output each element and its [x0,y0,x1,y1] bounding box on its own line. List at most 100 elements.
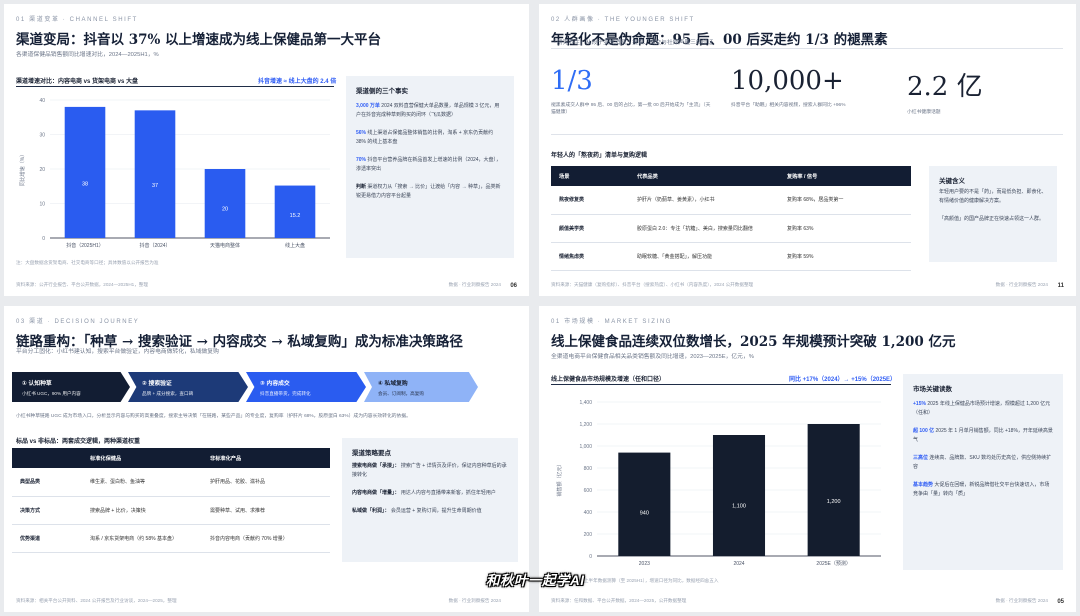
table-row: 优势渠道 淘系 / 京东货架电商（约 58% 基本盘） 抖音内容电商（贡献约 7… [12,524,330,553]
journey-note: 小红书种草链路 UGC 成为市场入口，分析显示内容与购买的高重叠度，搜索主导决策… [16,414,411,419]
strategy-item: 私域做「利润」： 会员运营 + 复购订阅，提升生命周期价值 [352,508,482,514]
stat-block: 10,000+ 抖音平台「助眠」相关内容视频，搜索人群同比 +96% [731,66,891,109]
step-desc: 小红书 UGC，90% 用户内容 [22,391,81,396]
fact-item: 判断 渠道权力从「搜索 → 比价」让渡给「内容 → 种草」，品类新锐更易借力内容… [356,184,501,199]
step-desc: 品牌 + 成分搜索，查口碑 [142,391,194,396]
stat-caption: 抖音平台「助眠」相关内容视频，搜索人群同比 +96% [731,103,846,108]
slide-kicker: 02 人群画像 · THE YOUNGER SHIFT [551,17,695,23]
table-header: 复购率 / 信号 [779,166,911,186]
data-label: 1,100 [732,504,746,510]
slide-kicker: 03 渠道 · DECISION JOURNEY [16,319,140,325]
stat-caption: 小红书健康话题 [907,110,941,115]
table-header: 非标准化产品 [202,448,330,468]
y-axis-label: 销售额（亿元） [556,461,563,496]
footer-brand: 数据 · 行业洞察报告 2024 [448,598,501,603]
implication-item: 年轻用户要的不是「药」，而是低负担、即食化、有情绪价值的健康解决方案。 [939,189,1047,204]
table-cell: 复购率 59% [779,242,911,271]
slide-kicker: 01 市场规模 · MARKET SIZING [551,319,673,325]
x-tick-label: 2024 [733,561,744,567]
table-cell: 颜值美学类 [551,214,629,243]
implication-item: 「高颜值」的国产品牌正在快速占领这一人群。 [939,216,1045,222]
data-label: 38 [82,182,88,188]
table-cell: 助眠软糖、「黄金搭配」，解压功能 [629,242,779,271]
slide-kicker: 01 渠道变革 · CHANNEL SHIFT [16,17,138,23]
table-header-row: 标准化保健品 非标准化产品 [12,448,330,468]
footer-source: 资料来源：公开行业报告、平台公开数据，2024—2025H1，整理 [16,282,148,287]
y-tick-label: 10 [39,201,45,207]
table-cell: 护肝片（奶蓟草、姜黄素），小红书 [629,186,779,215]
product-type-table: 标准化保健品 非标准化产品 典型品类 维生素、蛋白粉、鱼油等 护肝用品、花胶、滋… [12,448,330,553]
bar [274,185,316,238]
table-cell: 维生素、蛋白粉、鱼油等 [82,468,202,497]
table-row: 决策方式 搜索品牌 + 比价，决策快 需要种草、试用、求推荐 [12,496,330,525]
table-header: 场景 [551,166,629,186]
y-tick-label: 0 [42,236,45,242]
data-label: 940 [640,511,649,517]
y-tick-label: 1,400 [579,400,592,406]
table-cell: 复购率 63% [779,214,911,243]
slide-subtitle: 全渠道电商平台保健食品相关品类销售额及同比增速，2023—2025E，亿元，% [551,354,754,360]
footer-brand: 数据 · 行业洞察报告 2024 [995,598,1048,603]
x-tick-label: 抖音（2025H1） [66,242,104,249]
slide-subtitle: 各渠道保健品销售额同比增速对比，2024—2025H1，% [16,52,159,58]
bar [712,435,766,556]
header-divider [551,48,1063,49]
step-head: ② 搜索验证 [142,381,172,387]
table-cell: 搜索品牌 + 比价，决策快 [82,496,202,525]
slide-footer: 资料来源：天猫健康（复购指标）、抖音平台（搜索热度）、小红书（内容热度），202… [551,282,1064,288]
page-number: 06 [510,283,517,289]
stat-caption: 褪黑素成交人群中 95 后、00 后的占比，第一批 00 后开始成为「主流」（天… [551,103,711,115]
bar [64,106,106,239]
y-tick-label: 20 [39,167,45,173]
journey-step: ① 认知种草 小红书 UGC，90% 用户内容 [12,372,130,402]
fact-item: 56% 线上渠道占保健品整体销售的比例，淘系 + 京东仍贡献约 38% 的线上基… [356,130,494,145]
facts-panel-title: 渠道侧的三个事实 [356,88,408,95]
y-tick-label: 800 [584,466,593,472]
slide-subtitle: 「朋克养生」从段子变成消费：搜索、成交与社媒声量三线印证 [551,40,714,46]
table-cell: 情绪焦虑类 [551,242,629,271]
fact-item: 3,000 万单 2024 双料直营保健大单品数量，单品规模 3 亿元，用户在抖… [356,103,500,118]
stat-value: 10,000+ [731,66,844,96]
x-tick-label: 线上大盘 [285,242,305,249]
step-desc: 抖音直播带货，完成转化 [260,391,311,396]
x-tick-label: 2023 [639,561,650,567]
section-title: 标品 vs 非标品：两套成交逻辑，两种渠道权重 [16,439,141,445]
implication-title: 关键含义 [939,178,965,185]
implication-panel: 关键含义 年轻用户要的不是「药」，而是低负担、即食化、有情绪价值的健康解决方案。… [929,166,1057,262]
page-number: 05 [1057,599,1064,605]
y-axis-label: 同比增速（%） [19,152,26,186]
page-number: 11 [1057,283,1064,289]
slide-footer: 资料来源：相关平台公开资料、2024 公开报告及行业访谈，2024—2025，整… [16,598,517,604]
table-cell: 护肝用品、花胶、滋补品 [202,468,330,497]
table-cell: 决策方式 [12,496,82,525]
table-cell: 抖音内容电商（贡献约 70% 增量） [202,524,330,553]
data-label: 15.2 [290,213,301,219]
strategy-item: 内容电商做「增量」： 用达人内容与直播带来新客，抓住年轻用户 [352,490,496,496]
table-header-row: 场景 代表品类 复购率 / 信号 [551,166,911,186]
step-head: ③ 内容成交 [260,381,290,387]
x-tick-label: 抖音（2024） [139,242,170,249]
data-label: 1,200 [827,499,841,505]
step-head: ① 认知种草 [22,381,52,387]
slide-footer: 资料来源：任和数据、平台公开数据，2024—2025，公开数据整理 数据 · 行… [551,598,1064,604]
stat-block: 2.2 亿 小红书健康话题 [907,66,1057,116]
table-cell: 典型品类 [12,468,82,497]
strategy-panel: 渠道策略要点 搜索电商做「承接」： 搜索广告 + 详情页及评价，保证内容种草后的… [342,438,518,562]
slide-younger-shift: 02 人群画像 · THE YOUNGER SHIFT 年轻化不是伪命题：95 … [539,4,1076,296]
stat-value: 2.2 亿 [907,72,983,102]
journey-step: ④ 私域复购 会员、订阅制，高复购 [364,372,478,402]
chart-heading: 线上保健食品市场规模及增速（任和口径） [551,377,666,383]
journey-step: ② 搜索验证 品牌 + 成分搜索，查口碑 [128,372,248,402]
footer-brand: 数据 · 行业洞察报告 2024 [995,282,1048,287]
reading-item: +15% 2025 年线上保健品市场预计增速，规模超过 1,200 亿元（任和） [913,401,1051,416]
table-row: 情绪焦虑类 助眠软糖、「黄金搭配」，解压功能 复购率 59% [551,242,911,271]
table-cell: 熬夜修复类 [551,186,629,215]
table-cell: 淘系 / 京东货架电商（约 58% 基本盘） [82,524,202,553]
bar [134,110,176,238]
table-cell: 复购率 68%，居品类第一 [779,186,911,215]
section-title: 年轻人的「熬夜药」清单与复购逻辑 [551,153,648,159]
step-desc: 会员、订阅制，高复购 [378,391,424,396]
chart-callout: 同比 +17%（2024）→ +15%（2025E） [789,377,897,383]
y-tick-label: 40 [39,98,45,104]
journey-flow: ① 认知种草 小红书 UGC，90% 用户内容 ② 搜索验证 品牌 + 成分搜索… [12,372,478,402]
